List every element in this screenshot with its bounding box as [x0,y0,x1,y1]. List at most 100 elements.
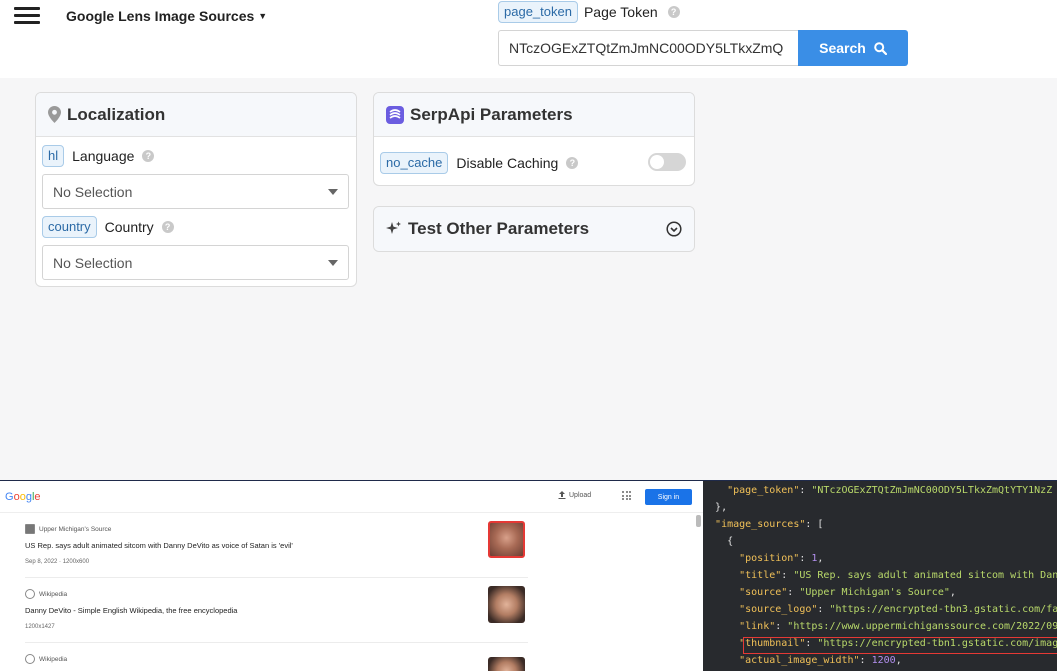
upload-icon [558,491,566,499]
localization-title: Localization [67,104,166,124]
example-screenshot: Google Upload Sign in Upper Michigan's S… [0,480,1057,671]
result-source-name: Upper Michigan's Source [39,525,112,533]
caret-down-icon: ▼ [258,11,268,21]
globe-icon [25,654,35,664]
country-selected: No Selection [53,254,133,271]
page-token-input[interactable] [498,30,798,66]
result-source: Upper Michigan's Source [25,524,530,534]
scrollbar[interactable] [696,513,701,671]
result-thumbnail[interactable] [488,586,525,623]
serpapi-parameters-header: SerpApi Parameters [374,93,694,137]
upload-button[interactable]: Upload [558,491,591,499]
test-other-parameters-title: Test Other Parameters [408,219,590,238]
sign-in-label: Sign in [657,493,680,501]
page-token-label-row: page_token Page Token ? [498,1,680,23]
search-icon [874,41,887,55]
upload-label: Upload [569,491,592,499]
json-value: 1200 [871,655,896,666]
json-line: "position": 1, [739,553,824,564]
sparkles-icon [386,221,401,234]
divider [25,642,528,643]
google-logo-letter: G [5,491,14,503]
json-key: "position" [739,553,800,564]
help-icon[interactable]: ? [566,157,579,169]
country-tag: country [42,216,97,238]
dropdown-arrow-icon [328,259,338,266]
engine-selector[interactable]: Google Lens Image Sources ▼ [66,8,267,24]
help-icon[interactable]: ? [142,150,155,162]
result-thumbnail[interactable] [488,657,525,671]
search-button[interactable]: Search [798,30,908,66]
json-key: "actual_image_width" [739,655,860,666]
result-title: Danny DeVito - Simple English Wikipedia,… [25,606,238,615]
json-key: "title" [739,570,782,581]
result-source-name: Wikipedia [39,590,68,598]
serpapi-parameters-title: SerpApi Parameters [410,104,573,124]
no-cache-toggle[interactable] [648,153,686,171]
hamburger-menu-icon[interactable] [14,7,40,25]
result-source-name: Wikipedia [39,655,68,663]
page-token-label: Page Token [583,4,658,20]
json-value: "Upper Michigan's Source" [799,587,950,598]
toggle-knob [650,155,664,169]
page-token-tag: page_token [498,1,578,23]
divider [25,577,528,578]
test-other-parameters-card[interactable]: Test Other Parameters [373,206,695,252]
localization-card: Localization hl Language ? No Selection … [35,92,357,287]
country-label: Country [104,219,154,235]
map-pin-icon [48,106,61,123]
sign-in-button[interactable]: Sign in [645,489,692,505]
json-line: "source": "Upper Michigan's Source", [739,587,956,598]
localization-header: Localization [36,93,356,137]
dropdown-arrow-icon [328,188,338,195]
json-line: "source_logo": "https://encrypted-tbn3.g… [703,603,1057,617]
globe-icon [25,589,35,599]
json-value: "https://encrypted-tbn3.gstatic.com/fav [829,604,1057,615]
serpapi-parameters-card: SerpApi Parameters no_cache Disable Cach… [373,92,695,186]
top-bar: Google Lens Image Sources ▼ page_token Pa… [0,0,1057,78]
hl-tag: hl [42,145,65,167]
json-line: { [727,536,734,547]
result-item[interactable]: Upper Michigan's Source US Rep. says adu… [25,521,530,565]
serpapi-logo-icon [386,105,404,124]
result-thumbnail[interactable] [488,521,525,558]
json-line: "image_sources": [ [715,519,824,530]
result-meta: 1200x1427 [25,624,55,630]
json-line: "title": "US Rep. says adult animated si… [703,569,1057,583]
test-other-parameters-header[interactable]: Test Other Parameters [374,207,694,251]
apps-grid-icon[interactable] [622,491,631,500]
result-meta: Sep 8, 2022 · 1200x600 [25,559,90,565]
json-key: "source_logo" [739,604,818,615]
language-label-row: hl Language ? [42,145,155,167]
json-value: "NTczOGExZTQtZmJmNC00ODY5LTkxZmQtYTY1NzZ [811,485,1053,496]
result-source: Wikipedia [25,589,530,599]
result-item[interactable]: Wikipedia Danny DeVito - Simple English … [25,586,530,630]
result-title: US Rep. says adult animated sitcom with … [25,541,293,550]
country-label-row: country Country ? [42,216,174,238]
google-logo-letter: e [34,491,41,503]
json-key: "image_sources" [715,519,806,530]
language-selected: No Selection [53,183,133,200]
no-cache-label-row: no_cache Disable Caching ? [380,152,579,174]
scrollbar-thumb[interactable] [696,515,701,527]
json-line: }, [715,502,728,513]
google-lens-preview: Google Upload Sign in Upper Michigan's S… [0,481,703,671]
language-select[interactable]: No Selection [42,174,349,209]
json-line: "actual_image_width": 1200, [739,655,902,666]
chevron-down-circle-icon[interactable] [666,221,682,237]
help-icon[interactable]: ? [667,6,680,18]
help-icon[interactable]: ? [161,221,174,233]
country-select[interactable]: No Selection [42,245,349,280]
no-cache-tag: no_cache [380,152,449,174]
result-source: Wikipedia [25,654,530,664]
json-value: "US Rep. says adult animated sitcom with… [793,570,1057,581]
engine-title: Google Lens Image Sources [66,8,255,24]
json-response-panel: "page_token": "NTczOGExZTQtZmJmNC00ODY5L… [703,481,1057,671]
language-label: Language [72,148,135,164]
source-favicon-icon [25,524,35,534]
disable-caching-label: Disable Caching [456,155,559,171]
highlight-box [743,637,1057,654]
json-line: "link": "https://www.uppermichiganssourc… [739,621,1057,632]
result-item[interactable]: Wikipedia [25,654,530,671]
json-value: "https://www.uppermichiganssource.com/20… [787,621,1057,632]
